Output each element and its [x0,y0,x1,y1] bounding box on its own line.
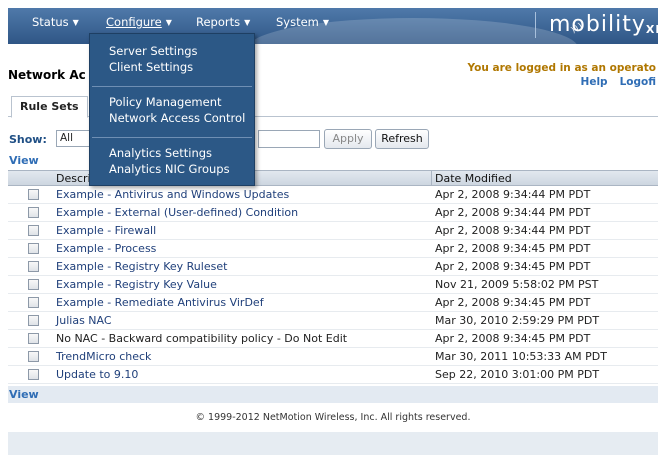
view-menu-bottom[interactable]: View [9,388,39,401]
menu-separator [92,137,252,138]
row-checkbox[interactable] [28,225,39,236]
help-link[interactable]: Help [581,76,608,88]
row-description[interactable]: Example - Remediate Antivirus VirDef [56,294,264,311]
row-date-modified: Apr 2, 2008 9:34:44 PM PDT [435,206,591,219]
row-date-modified: Sep 22, 2010 3:01:00 PM PDT [435,368,600,381]
nav-system-label: System [276,15,319,29]
table-row: TrendMicro check Mar 30, 2011 10:53:33 AM… [8,348,658,366]
table-row: Example - Registry Key Value Nov 21, 2009… [8,276,658,294]
tab-rule-sets[interactable]: Rule Sets [11,96,88,118]
column-divider [431,171,432,186]
table-row: No NAC - Backward compatibility policy -… [8,330,658,348]
chevron-down-icon: ▼ [244,18,251,27]
row-checkbox[interactable] [28,351,39,362]
row-date-modified: Apr 2, 2008 9:34:45 PM PDT [435,260,591,273]
table-row: Example - External (User-defined) Condit… [8,204,658,222]
table-row: Example - Firewall Apr 2, 2008 9:34:44 PM… [8,222,658,240]
table-row: Julias NAC Mar 30, 2010 2:59:29 PM PDT [8,312,658,330]
table-row: Update to 9.10 Sep 22, 2010 3:01:00 PM PD… [8,366,658,384]
logoff-link[interactable]: Logofi [620,76,656,88]
row-checkbox[interactable] [28,333,39,344]
copyright-footer: © 1999-2012 NetMotion Wireless, Inc. All… [195,412,471,423]
row-checkbox[interactable] [28,243,39,254]
row-date-modified: Mar 30, 2011 10:53:33 AM PDT [435,350,607,363]
nav-configure-label: Configure [106,15,162,29]
refresh-button[interactable]: Refresh [375,129,429,149]
row-date-modified: Apr 2, 2008 9:34:45 PM PDT [435,242,591,255]
table-body: Example - Antivirus and Windows Updates A… [8,186,658,384]
configure-dropdown-menu: Server Settings Client Settings Policy Man… [89,33,255,186]
row-checkbox[interactable] [28,261,39,272]
row-date-modified: Apr 2, 2008 9:34:45 PM PDT [435,296,591,309]
row-description[interactable]: Update to 9.10 [56,366,138,383]
row-description[interactable]: Example - External (User-defined) Condit… [56,204,298,221]
row-date-modified: Apr 2, 2008 9:34:44 PM PDT [435,188,591,201]
row-description[interactable]: Julias NAC [56,312,112,329]
row-date-modified: Apr 2, 2008 9:34:44 PM PDT [435,224,591,237]
row-checkbox[interactable] [28,315,39,326]
row-description[interactable]: Example - Firewall [56,222,156,239]
table-row: Example - Remediate Antivirus VirDef Apr … [8,294,658,312]
rule-sets-table: Descri Date Modified Example - Antivirus… [8,170,658,384]
show-label: Show: [9,133,47,146]
logo-divider [535,12,536,38]
nav-system[interactable]: System ▼ [276,8,329,38]
row-description[interactable]: TrendMicro check [56,348,151,365]
column-description[interactable]: Descri [56,171,91,186]
nav-reports-label: Reports [196,15,241,29]
row-description[interactable]: Example - Registry Key Ruleset [56,258,227,275]
page-title: Network Ac [8,68,86,82]
view-menu-top[interactable]: View [9,154,39,167]
view-bar-bottom: View [8,386,658,403]
table-row: Example - Process Apr 2, 2008 9:34:45 PM … [8,240,658,258]
menu-separator [92,86,252,87]
menu-item-network-access-control[interactable]: Network Access Control [109,111,245,125]
row-description[interactable]: Example - Registry Key Value [56,276,217,293]
chevron-down-icon: ▼ [72,18,79,27]
app-frame: Status ▼ Configure ▼ Reports ▼ System ▼ ))) … [8,8,658,455]
nav-status[interactable]: Status ▼ [32,8,79,38]
row-description: No NAC - Backward compatibility policy -… [56,332,348,345]
row-checkbox[interactable] [28,297,39,308]
table-row: Example - Registry Key Ruleset Apr 2, 200… [8,258,658,276]
menu-item-server-settings[interactable]: Server Settings [109,44,198,58]
column-date-modified[interactable]: Date Modified [435,171,512,186]
menu-item-policy-management[interactable]: Policy Management [109,95,222,109]
menu-item-analytics-settings[interactable]: Analytics Settings [109,146,212,160]
nav-status-label: Status [32,15,69,29]
row-checkbox[interactable] [28,189,39,200]
row-checkbox[interactable] [28,279,39,290]
filter-input[interactable] [258,130,320,148]
row-date-modified: Mar 30, 2010 2:59:29 PM PDT [435,314,600,327]
user-links: Help Logofi [569,76,656,88]
menu-item-client-settings[interactable]: Client Settings [109,60,193,74]
row-date-modified: Nov 21, 2009 5:58:02 PM PST [435,278,599,291]
mobility-logo: ))) mobilityXE [549,8,658,44]
chevron-down-icon: ▼ [322,18,330,27]
logo-suffix: XE [645,23,658,36]
chevron-down-icon: ▼ [165,18,172,27]
row-checkbox[interactable] [28,207,39,218]
row-date-modified: Apr 2, 2008 9:34:45 PM PDT [435,332,591,345]
row-description[interactable]: Example - Process [56,240,156,257]
login-status-message: You are logged in as an operato [467,62,656,74]
table-row: Example - Antivirus and Windows Updates A… [8,186,658,204]
apply-button[interactable]: Apply [324,129,372,149]
menu-item-analytics-nic-groups[interactable]: Analytics NIC Groups [109,162,230,176]
bottom-band [8,432,658,455]
row-checkbox[interactable] [28,369,39,380]
row-description[interactable]: Example - Antivirus and Windows Updates [56,186,289,203]
